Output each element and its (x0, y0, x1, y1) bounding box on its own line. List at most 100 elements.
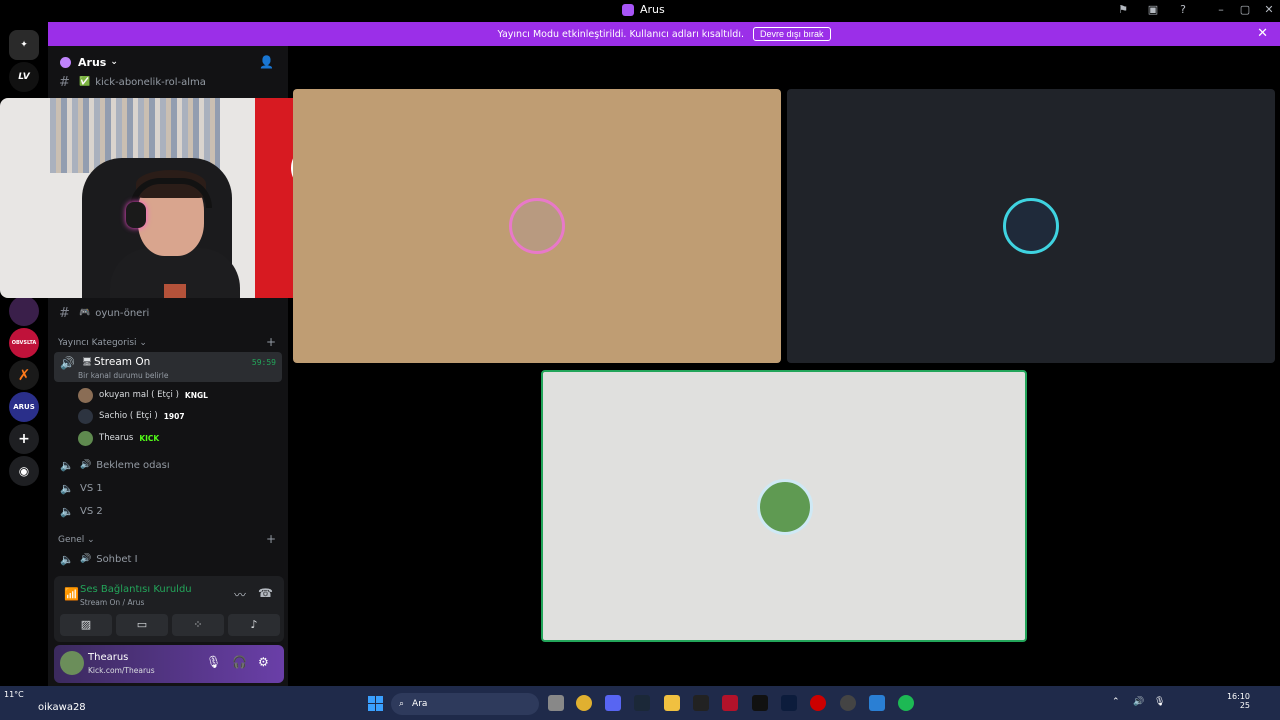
hash-icon: # (59, 74, 70, 90)
channel-bekleme-odasi[interactable]: 🔈 🔊 Bekleme odası (56, 455, 282, 475)
channel-oyun-oneri[interactable]: # 🎮 oyun-öneri (56, 303, 282, 323)
channel-kick-abonelik[interactable]: # ✅ kick-abonelik-rol-alma (56, 72, 282, 92)
avatar (509, 198, 565, 254)
avatar (757, 479, 813, 535)
camera-off-button[interactable]: ▨ (60, 614, 112, 636)
soundboard-button[interactable]: ♪ (228, 614, 280, 636)
category-label: Genel (58, 535, 85, 545)
speaker-icon: 🔊 (60, 356, 75, 370)
channel-status-hint[interactable]: Bir kanal durumu belirle (78, 371, 168, 380)
disable-streamer-mode-button[interactable]: Devre dışı bırak (753, 27, 831, 41)
server-arus[interactable]: ARUS (9, 392, 39, 422)
home-avatar-icon[interactable]: ✦ (9, 30, 39, 60)
user-name[interactable]: Thearus (88, 652, 128, 663)
invite-user-icon[interactable]: 👤 (259, 55, 274, 69)
photoshop-icon[interactable] (781, 695, 797, 711)
category-streamer[interactable]: Yayıncı Kategorisi ⌄ (58, 338, 147, 348)
voice-member[interactable]: okuyan mal ( Etçi ) KNGL (78, 386, 208, 404)
server-icon (60, 56, 71, 68)
video-tile-member-2[interactable] (787, 89, 1275, 363)
voicemeeter-icon[interactable] (722, 695, 738, 711)
obs-icon[interactable] (810, 695, 826, 711)
headphones-icon[interactable]: 🎧 (232, 655, 247, 669)
voice-location[interactable]: Stream On / Arus (80, 598, 144, 607)
channel-vs2[interactable]: 🔈 VS 2 (56, 501, 282, 521)
chrome-icon[interactable] (576, 695, 592, 711)
weather-widget[interactable]: 11°C (4, 690, 24, 699)
avatar (78, 408, 93, 424)
channel-vs1[interactable]: 🔈 VS 1 (56, 478, 282, 498)
app-icon[interactable] (840, 695, 856, 711)
discord-icon[interactable] (605, 695, 621, 711)
file-explorer-icon[interactable] (548, 695, 564, 711)
streamer-mode-banner: Yayıncı Modu etkinleştirildi. Kullanıcı … (48, 22, 1280, 46)
avatar (1003, 198, 1059, 254)
headset-earcup (126, 202, 146, 228)
volume-icon[interactable]: 🔊 (1133, 697, 1144, 707)
flag-icon[interactable]: ⚑ (1116, 3, 1130, 17)
voice-status[interactable]: Ses Bağlantısı Kuruldu (80, 584, 192, 595)
server-arus-label: ARUS (13, 403, 35, 411)
server-game-icon[interactable]: ✗ (9, 360, 39, 390)
disconnect-icon[interactable]: ☎ (258, 586, 273, 600)
channel-sohbet-1[interactable]: 🔈 🔊 Sohbet I (56, 549, 282, 569)
add-channel-icon[interactable]: + (266, 335, 276, 349)
voice-channel-name: Stream On (94, 356, 151, 368)
signal-icon: 📶 (64, 587, 79, 601)
help-icon[interactable]: ? (1176, 3, 1190, 17)
maximize-button[interactable]: ▢ (1238, 3, 1252, 17)
minimize-button[interactable]: – (1214, 3, 1228, 17)
share-screen-button[interactable]: ▭ (116, 614, 168, 636)
windows-start-icon[interactable] (368, 696, 383, 711)
video-tile-member-1[interactable] (293, 89, 781, 363)
user-status: Kick.com/Thearus (88, 666, 155, 675)
clock-date: 25 (1239, 701, 1250, 710)
active-voice-channel[interactable]: 🔊 🖥 Stream On 59:59 Bir kanal durumu bel… (54, 352, 282, 382)
close-button[interactable]: ✕ (1262, 3, 1276, 17)
taskbar-clock[interactable]: 16:10 25 (1227, 692, 1250, 710)
app-icon[interactable] (869, 695, 885, 711)
channel-label: kick-abonelik-rol-alma (95, 76, 206, 88)
add-channel-icon[interactable]: + (266, 532, 276, 546)
hoodie-logo (164, 284, 186, 298)
category-label: Yayıncı Kategorisi (58, 338, 137, 348)
channel-label: VS 1 (80, 482, 103, 494)
steam-icon[interactable] (634, 695, 650, 711)
server-icon[interactable] (9, 296, 39, 326)
channel-label: oyun-öneri (95, 307, 150, 319)
server-name: Arus (78, 55, 107, 69)
user-panel: Thearus Kick.com/Thearus 🎙 🎧 ⚙ (54, 645, 284, 683)
spotify-icon[interactable] (898, 695, 914, 711)
voice-member[interactable]: Sachio ( Etçi ) 1907 (78, 407, 185, 425)
server-obvslta-label: OBVSLTA (11, 340, 37, 346)
clock-time: 16:10 (1226, 692, 1250, 701)
epic-games-icon[interactable] (752, 695, 768, 711)
folder-icon[interactable] (664, 695, 680, 711)
member-tag: KNGL (184, 390, 208, 400)
capcut-icon[interactable] (693, 695, 709, 711)
gamepad-emoji-icon: 🎮 (79, 308, 91, 318)
noise-suppression-icon[interactable]: 〰 (234, 586, 246, 603)
activities-button[interactable]: ⁘ (172, 614, 224, 636)
discover-icon[interactable]: ◉ (9, 456, 39, 486)
member-name: okuyan mal ( Etçi ) (99, 390, 179, 400)
inbox-icon[interactable]: ▣ (1146, 3, 1160, 17)
microphone-icon[interactable]: 🎙 (1154, 697, 1165, 707)
member-name: Sachio ( Etçi ) (99, 411, 158, 421)
server-lv[interactable]: LV (9, 62, 39, 92)
video-tile-member-3-speaking[interactable] (541, 370, 1027, 642)
microphone-icon[interactable]: 🎙 (206, 655, 221, 669)
speaker-emoji-icon: 🔊 (80, 460, 92, 470)
chevron-up-icon[interactable]: ⌃ (1112, 697, 1120, 707)
settings-gear-icon[interactable]: ⚙ (258, 655, 269, 669)
member-tag: KICK (139, 433, 160, 443)
avatar[interactable] (60, 651, 84, 675)
member-name: Thearus (99, 433, 134, 443)
hash-icon: # (59, 305, 70, 321)
close-icon[interactable]: ✕ (1257, 26, 1268, 41)
taskbar-search[interactable]: ⌕ Ara (391, 693, 539, 715)
category-general[interactable]: Genel ⌄ (58, 535, 95, 545)
server-obvslta[interactable]: OBVSLTA (9, 328, 39, 358)
add-server-icon[interactable]: + (9, 424, 39, 454)
voice-member[interactable]: Thearus KICK (78, 429, 159, 447)
